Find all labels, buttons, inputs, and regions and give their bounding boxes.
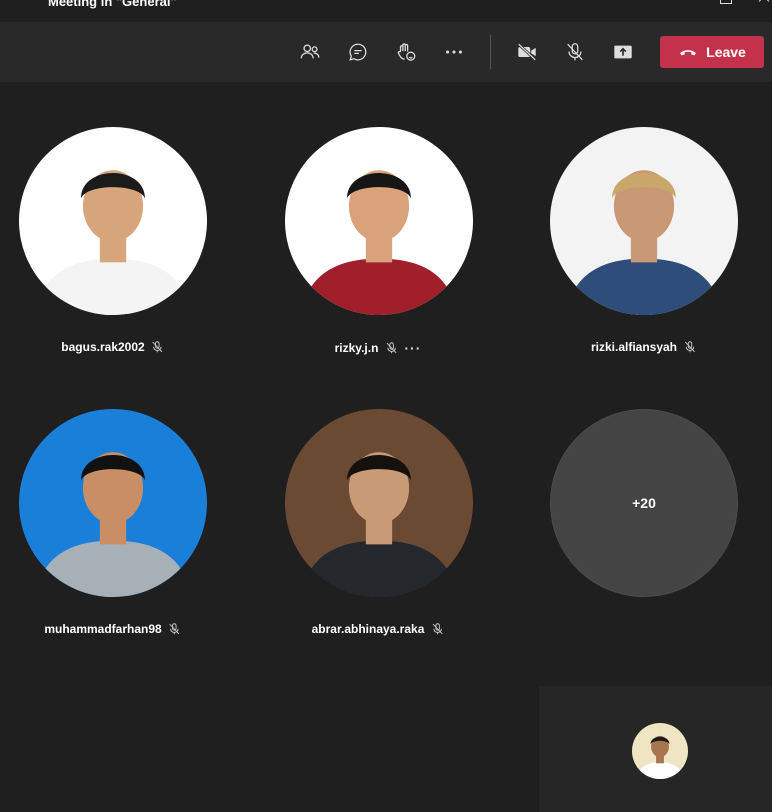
camera-toggle-button[interactable] [511,37,543,67]
participant-avatar[interactable] [285,409,473,597]
meeting-toolbar: Leave [0,22,772,82]
hang-up-icon [680,50,697,56]
leave-button[interactable]: Leave [660,36,764,68]
people-icon [300,44,320,59]
share-screen-icon [614,45,632,59]
window-title: Meeting in "General" [48,0,177,9]
self-view-panel[interactable] [539,686,772,812]
camera-off-icon [517,43,537,61]
toolbar-divider [490,35,491,69]
mic-toggle-button[interactable] [559,37,591,67]
participant-name: rizky.j.n [334,341,379,355]
mic-off-icon [567,43,583,61]
participant-name-row: rizki.alfiansyah [591,340,697,354]
chat-icon [349,43,367,61]
self-avatar [632,723,688,779]
participant-name: abrar.abhinaya.raka [311,622,425,636]
maximize-button[interactable] [716,0,736,10]
participant-name: muhammadfarhan98 [44,622,162,636]
mic-muted-icon [432,623,443,635]
participant-more-button[interactable]: ··· [404,340,421,356]
participant-name: rizki.alfiansyah [590,340,678,354]
chat-button[interactable] [342,37,374,67]
mic-muted-icon [386,342,397,354]
avatar-image [285,127,473,315]
participant-name-row: abrar.abhinaya.raka [312,622,445,636]
participant-name: bagus.rak2002 [61,340,145,354]
participant-gallery: bagus.rak2002 rizky.j.n ··· rizki.alfian… [0,82,772,812]
mic-muted-icon [169,623,180,635]
avatar-image [285,409,473,597]
share-screen-button[interactable] [607,37,639,67]
leave-label: Leave [706,44,746,60]
participant-avatar[interactable] [285,127,473,315]
reactions-button[interactable] [390,37,422,67]
avatar-image [550,127,738,315]
participant-avatar[interactable] [550,127,738,315]
raise-hand-icon [397,43,416,61]
mic-muted-icon [152,341,163,353]
more-actions-button[interactable] [438,37,470,67]
avatar-image [19,127,207,315]
minimize-button[interactable] [676,0,696,10]
participants-button[interactable] [294,37,326,67]
participant-name-row: bagus.rak2002 [61,340,164,354]
overflow-count: +20 [632,495,656,511]
more-icon [446,50,462,54]
participant-name-row: rizky.j.n ··· [335,340,422,356]
title-bar: Meeting in "General" [0,0,772,22]
participant-name-row: muhammadfarhan98 [44,622,181,636]
mic-muted-icon [685,341,696,353]
participant-avatar[interactable] [19,409,207,597]
close-button[interactable] [754,0,772,10]
avatar-image [19,409,207,597]
overflow-participants-tile[interactable]: +20 [550,409,738,597]
participant-avatar[interactable] [19,127,207,315]
